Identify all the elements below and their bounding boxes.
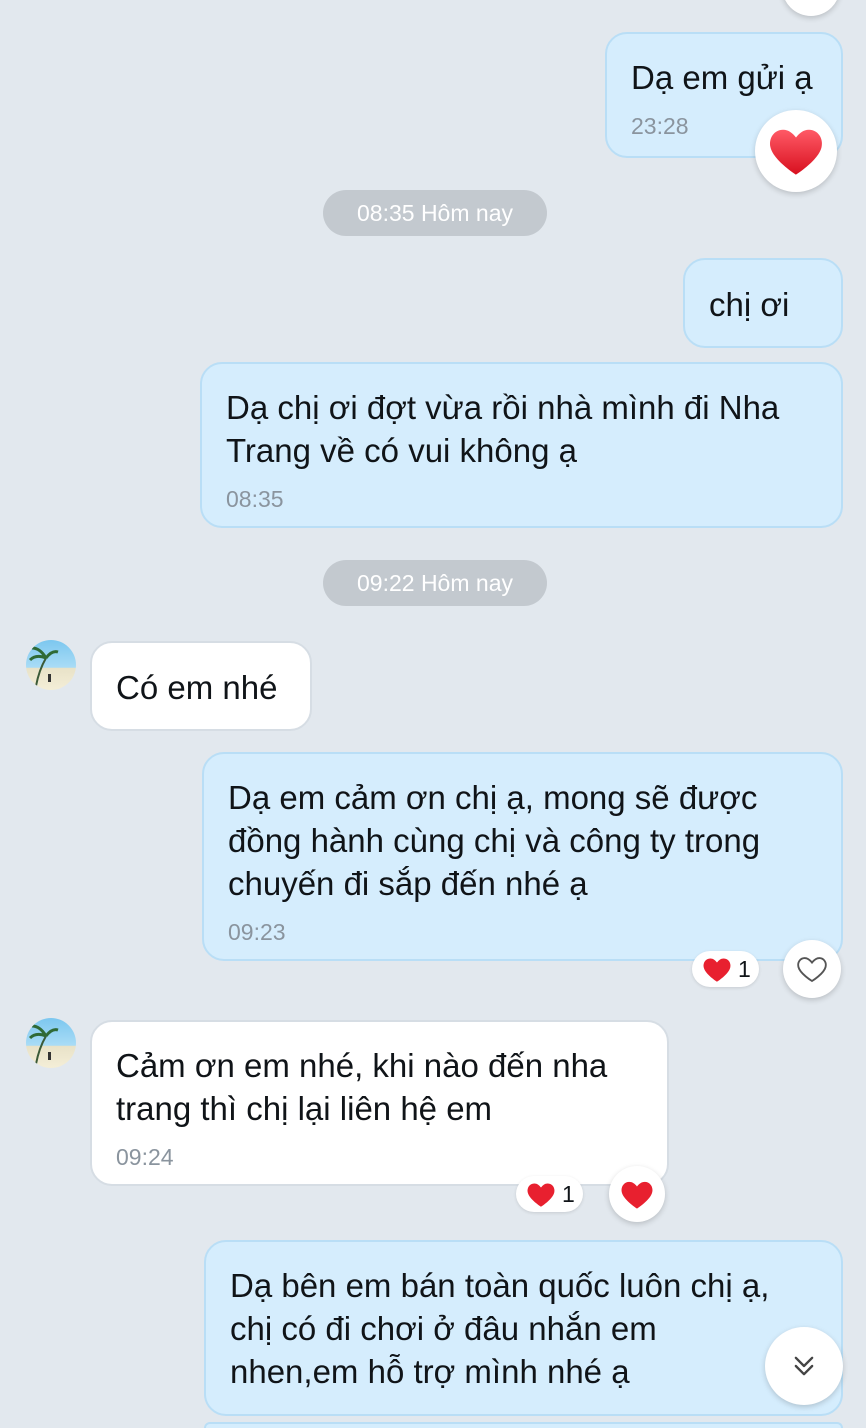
message-time: 09:23 — [228, 919, 286, 945]
outgoing-message[interactable]: Dạ chị ơi đợt vừa rồi nhà mình đi Nha Tr… — [200, 362, 843, 528]
next-bubble-edge — [204, 1422, 843, 1428]
message-text: Cảm ơn em nhé, khi nào đến nha trang thì… — [116, 1047, 608, 1127]
heart-icon — [770, 129, 822, 175]
heart-icon — [703, 957, 731, 982]
outgoing-message[interactable]: Dạ em cảm ơn chị ạ, mong sẽ được đồng hà… — [202, 752, 843, 961]
incoming-message[interactable]: Cảm ơn em nhé, khi nào đến nha trang thì… — [90, 1020, 669, 1186]
react-button-top[interactable] — [782, 0, 840, 16]
outgoing-message[interactable]: chị ơi — [683, 258, 843, 348]
contact-avatar[interactable] — [26, 640, 76, 690]
outgoing-message[interactable]: Dạ bên em bán toàn quốc luôn chị ạ, chị … — [204, 1240, 843, 1416]
chevron-double-down-icon — [794, 1356, 814, 1376]
incoming-message[interactable]: Có em nhé — [90, 641, 312, 731]
heart-icon — [621, 1181, 653, 1209]
message-time: 09:24 — [116, 1144, 174, 1170]
reaction-heart-button[interactable] — [755, 110, 837, 192]
message-text: Dạ bên em bán toàn quốc luôn chị ạ, chị … — [230, 1267, 770, 1390]
reaction-summary[interactable]: 1 — [692, 951, 759, 987]
scroll-to-bottom-button[interactable] — [765, 1327, 843, 1405]
reaction-heart-button[interactable] — [609, 1166, 665, 1222]
message-text: Có em nhé — [116, 669, 278, 706]
reaction-summary[interactable]: 1 — [516, 1176, 583, 1212]
message-text: Dạ chị ơi đợt vừa rồi nhà mình đi Nha Tr… — [226, 389, 780, 469]
reaction-count: 1 — [562, 1180, 575, 1207]
react-button[interactable] — [783, 940, 841, 998]
date-separator: 09:22 Hôm nay — [323, 560, 547, 606]
message-time: 08:35 — [226, 486, 284, 512]
heart-icon — [527, 1182, 555, 1207]
heart-outline-icon — [797, 957, 827, 983]
message-text: Dạ em cảm ơn chị ạ, mong sẽ được đồng hà… — [228, 779, 761, 902]
message-text: Dạ em gửi ạ — [631, 59, 813, 96]
contact-avatar[interactable] — [26, 1018, 76, 1068]
message-text: chị ơi — [709, 286, 790, 323]
heart-outline-icon — [796, 0, 826, 2]
reaction-count: 1 — [738, 955, 751, 982]
date-separator: 08:35 Hôm nay — [323, 190, 547, 236]
